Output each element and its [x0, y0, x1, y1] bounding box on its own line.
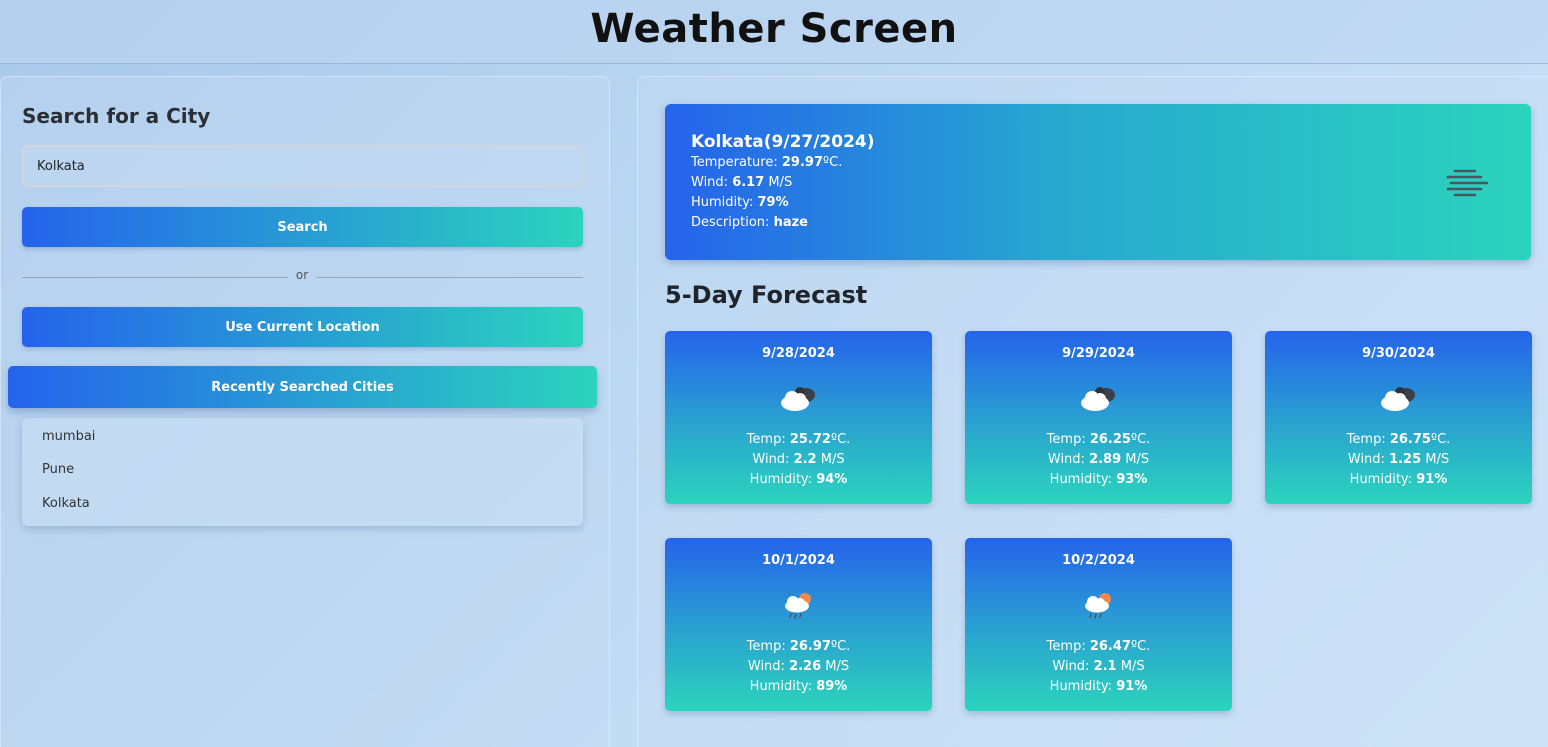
forecast-temp: Temp: 26.75ºC. [1346, 432, 1451, 447]
recent-city-item[interactable]: Pune [42, 462, 74, 477]
forecast-wind: Wind: 2.1 M/S [1052, 659, 1145, 674]
haze-icon [1446, 169, 1489, 197]
forecast-card: 10/1/2024 Temp: 26.97ºC. Wind: 2.26 M/S … [665, 538, 932, 711]
current-description: Description: haze [691, 215, 808, 230]
forecast-card: 9/30/2024 Temp: 26.75ºC. Wind: 1.25 M/S … [1265, 331, 1532, 504]
app-header: Weather Screen [0, 0, 1548, 64]
divider-text: or [295, 268, 309, 282]
current-wind: Wind: 6.17 M/S [691, 175, 793, 190]
forecast-card: 9/29/2024 Temp: 26.25ºC. Wind: 2.89 M/S … [965, 331, 1232, 504]
forecast-wind: Wind: 2.26 M/S [747, 659, 850, 674]
search-heading: Search for a City [22, 104, 211, 128]
current-humidity: Humidity: 79% [691, 195, 789, 210]
forecast-temp: Temp: 26.25ºC. [1046, 432, 1151, 447]
forecast-humidity: Humidity: 94% [749, 472, 848, 487]
search-button[interactable]: Search [22, 207, 583, 247]
forecast-temp: Temp: 25.72ºC. [746, 432, 851, 447]
current-weather-card: Kolkata(9/27/2024) Temperature: 29.97ºC.… [665, 104, 1531, 260]
current-city-date: Kolkata(9/27/2024) [691, 132, 875, 152]
forecast-heading: 5-Day Forecast [665, 281, 868, 309]
recent-cities-list: mumbai Pune Kolkata [22, 418, 583, 526]
forecast-date: 9/29/2024 [1062, 346, 1135, 361]
broken-clouds-icon [1381, 387, 1415, 411]
divider-line-right [316, 277, 583, 278]
forecast-temp: Temp: 26.47ºC. [1046, 639, 1151, 654]
forecast-date: 10/1/2024 [762, 553, 835, 568]
forecast-wind: Wind: 2.2 M/S [752, 452, 845, 467]
divider-line-left [22, 277, 288, 278]
forecast-temp: Temp: 26.97ºC. [746, 639, 851, 654]
broken-clouds-icon [781, 387, 815, 411]
city-search-input[interactable] [22, 145, 583, 187]
forecast-date: 10/2/2024 [1062, 553, 1135, 568]
forecast-wind: Wind: 1.25 M/S [1347, 452, 1450, 467]
use-current-location-button[interactable]: Use Current Location [22, 307, 583, 347]
forecast-wind: Wind: 2.89 M/S [1047, 452, 1150, 467]
forecast-humidity: Humidity: 93% [1049, 472, 1148, 487]
forecast-date: 9/28/2024 [762, 346, 835, 361]
recent-city-item[interactable]: mumbai [42, 429, 95, 444]
current-temperature: Temperature: 29.97ºC. [691, 155, 843, 170]
forecast-card: 10/2/2024 Temp: 26.47ºC. Wind: 2.1 M/S H… [965, 538, 1232, 711]
forecast-card: 9/28/2024 Temp: 25.72ºC. Wind: 2.2 M/S H… [665, 331, 932, 504]
forecast-humidity: Humidity: 89% [749, 679, 848, 694]
rain-icon [1085, 593, 1111, 619]
forecast-date: 9/30/2024 [1362, 346, 1435, 361]
page-title: Weather Screen [590, 5, 958, 52]
recent-city-item[interactable]: Kolkata [42, 496, 90, 511]
forecast-humidity: Humidity: 91% [1349, 472, 1448, 487]
recent-cities-toggle-button[interactable]: Recently Searched Cities [8, 366, 597, 408]
rain-icon [785, 593, 811, 619]
forecast-humidity: Humidity: 91% [1049, 679, 1148, 694]
broken-clouds-icon [1081, 387, 1115, 411]
